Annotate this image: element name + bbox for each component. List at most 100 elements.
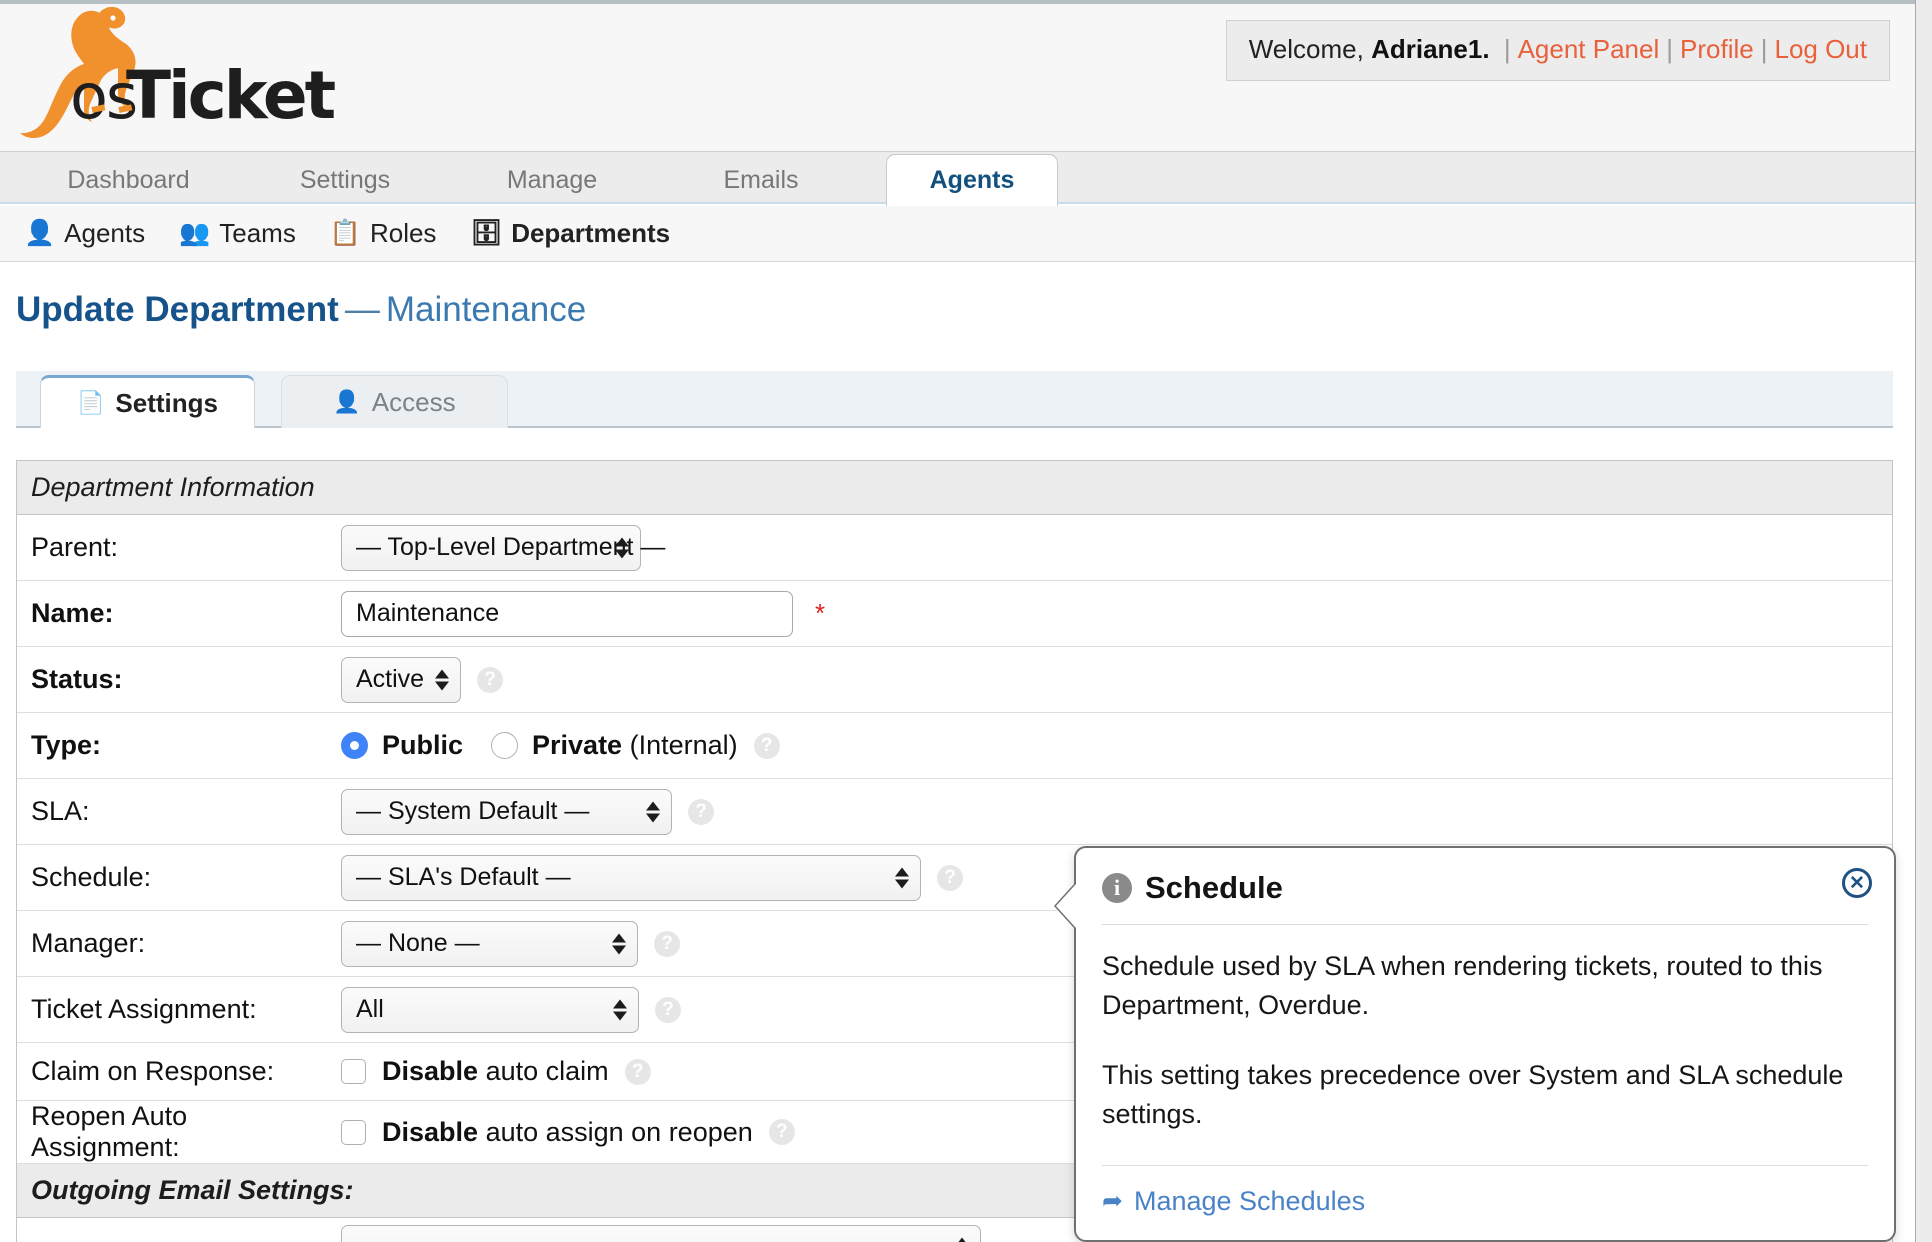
help-icon-type[interactable]: ?	[753, 732, 780, 759]
logout-link[interactable]: Log Out	[1774, 34, 1867, 64]
radio-public[interactable]	[341, 732, 368, 759]
form-row-type: Type: Public Private (Internal) ?	[17, 713, 1892, 779]
popover-arrow	[1056, 884, 1076, 928]
nav-tab-agents[interactable]: Agents	[886, 154, 1058, 206]
subnav-label-roles: Roles	[369, 218, 437, 248]
ticket-assignment-select-value: All	[356, 995, 384, 1023]
popover-paragraph-2: This setting takes precedence over Syste…	[1102, 1059, 1844, 1130]
subnav-item-roles[interactable]: 📋 Roles	[330, 218, 437, 249]
subnav-item-agents[interactable]: 👤 Agents	[24, 218, 145, 249]
type-radio-private[interactable]: Private (Internal)	[491, 730, 738, 761]
label-schedule: Schedule:	[31, 862, 152, 892]
form-row-status: Status: Active ?	[17, 647, 1892, 713]
nav-tab-manage[interactable]: Manage	[487, 156, 617, 204]
manager-select-value: — None —	[356, 929, 480, 957]
popover-title: Schedule	[1145, 870, 1283, 905]
page-title-subject: Maintenance	[385, 290, 587, 329]
status-select-value: Active	[356, 665, 425, 693]
chevron-updown-icon	[646, 801, 660, 822]
tab-settings-label: Settings	[115, 387, 218, 418]
popover-header: i Schedule	[1102, 870, 1868, 924]
chevron-updown-icon	[612, 933, 626, 954]
share-arrow-icon: ➦	[1102, 1187, 1123, 1216]
nav-tab-dashboard[interactable]: Dashboard	[56, 156, 201, 204]
manager-select[interactable]: — None —	[341, 920, 638, 967]
nav-tab-emails[interactable]: Emails	[700, 156, 822, 204]
label-type: Type:	[31, 730, 102, 760]
osticket-logo-svg: os Ticket	[20, 6, 339, 139]
separator-2: |	[1666, 34, 1674, 64]
page-title-main: Update Department	[16, 290, 339, 329]
popover-body: Schedule used by SLA when rendering tick…	[1102, 947, 1868, 1135]
help-icon-sla[interactable]: ?	[688, 798, 714, 825]
chevron-updown-icon	[895, 867, 909, 888]
subnav-label-departments: Departments	[511, 218, 671, 248]
status-select[interactable]: Active	[341, 656, 461, 703]
help-icon-reopen-auto-assignment[interactable]: ?	[768, 1119, 795, 1145]
info-icon: i	[1102, 873, 1132, 903]
page-title-dash: —	[344, 290, 380, 329]
close-icon[interactable]: ✕	[1842, 868, 1872, 898]
agent-icon: 👤	[24, 219, 56, 247]
label-parent: Parent:	[31, 532, 119, 562]
welcome-bar: Welcome, Adriane1. | Agent Panel | Profile |…	[1225, 20, 1890, 81]
label-sla: SLA:	[31, 796, 90, 826]
label-ticket-assignment: Ticket Assignment:	[31, 994, 257, 1024]
page-scroll-gutter[interactable]	[1915, 0, 1932, 1242]
subnav-item-teams[interactable]: 👥 Teams	[179, 218, 296, 249]
profile-link[interactable]: Profile	[1680, 34, 1754, 64]
svg-text:Ticket: Ticket	[126, 57, 336, 134]
label-claim-on-response: Claim on Response:	[31, 1056, 275, 1086]
tab-access-label: Access	[371, 386, 456, 417]
sla-select-value: — System Default —	[356, 797, 590, 825]
subnav-label-agents: Agents	[64, 218, 146, 248]
username: Adriane1.	[1371, 34, 1490, 64]
schedule-select[interactable]: — SLA's Default —	[341, 854, 921, 901]
type-radio-public[interactable]: Public	[341, 730, 463, 761]
agent-panel-link[interactable]: Agent Panel	[1518, 34, 1660, 64]
outgoing-email-select-value	[356, 1234, 363, 1242]
help-icon-claim-on-response[interactable]: ?	[624, 1058, 651, 1085]
help-icon-status[interactable]: ?	[477, 666, 503, 693]
chevron-updown-icon	[955, 1237, 969, 1242]
label-status: Status:	[31, 664, 123, 694]
site-header: os Ticket Welcome, Adriane1. | Agent Pane…	[0, 4, 1915, 152]
document-icon: 📄	[77, 390, 105, 415]
radio-label-public: Public	[382, 730, 464, 760]
manage-schedules-link[interactable]: ➦ Manage Schedules	[1102, 1186, 1868, 1217]
schedule-select-value: — SLA's Default —	[356, 863, 571, 891]
label-manager: Manager:	[31, 928, 146, 958]
help-icon-schedule[interactable]: ?	[937, 864, 963, 891]
popover-paragraph-1: Schedule used by SLA when rendering tick…	[1102, 951, 1823, 1021]
settings-access-tabstrip: 📄 Settings 👤 Access	[16, 371, 1893, 428]
section-header-department-information: Department Information	[17, 461, 1892, 515]
name-input[interactable]: Maintenance	[341, 590, 793, 637]
label-name: Name:	[31, 598, 114, 628]
help-icon-ticket-assignment[interactable]: ?	[655, 996, 681, 1023]
chevron-updown-icon	[613, 999, 627, 1020]
outgoing-email-select[interactable]	[341, 1225, 981, 1242]
subnav-label-teams: Teams	[219, 218, 296, 248]
form-row-parent: Parent: — Top-Level Department —	[17, 515, 1892, 581]
teams-icon: 👥	[179, 219, 211, 247]
separator-1: |	[1503, 34, 1511, 64]
osticket-logo[interactable]: os Ticket	[14, 6, 434, 146]
checkbox-label-disable-auto-assign-on-reopen: Disable auto assign on reopen	[382, 1116, 753, 1147]
ticket-assignment-select[interactable]: All	[341, 986, 639, 1033]
chevron-updown-icon	[615, 537, 629, 558]
checkbox-disable-auto-claim[interactable]	[341, 1059, 366, 1084]
checkbox-disable-auto-assign-on-reopen[interactable]	[341, 1119, 366, 1145]
name-input-value: Maintenance	[356, 599, 500, 627]
help-icon-manager[interactable]: ?	[654, 930, 680, 957]
subnav-item-departments[interactable]: 🗄 Departments	[470, 218, 670, 249]
welcome-prefix: Welcome,	[1248, 34, 1364, 64]
nav-tab-settings[interactable]: Settings	[275, 156, 415, 204]
sla-select[interactable]: — System Default —	[341, 788, 672, 835]
chevron-updown-icon	[435, 669, 449, 690]
parent-select[interactable]: — Top-Level Department —	[341, 524, 665, 571]
tab-settings[interactable]: 📄 Settings	[40, 375, 255, 428]
radio-private[interactable]	[491, 732, 519, 759]
tab-access[interactable]: 👤 Access	[281, 375, 508, 428]
label-reopen-auto-assignment: Reopen Auto Assignment:	[31, 1101, 188, 1162]
person-icon: 👤	[333, 389, 361, 414]
